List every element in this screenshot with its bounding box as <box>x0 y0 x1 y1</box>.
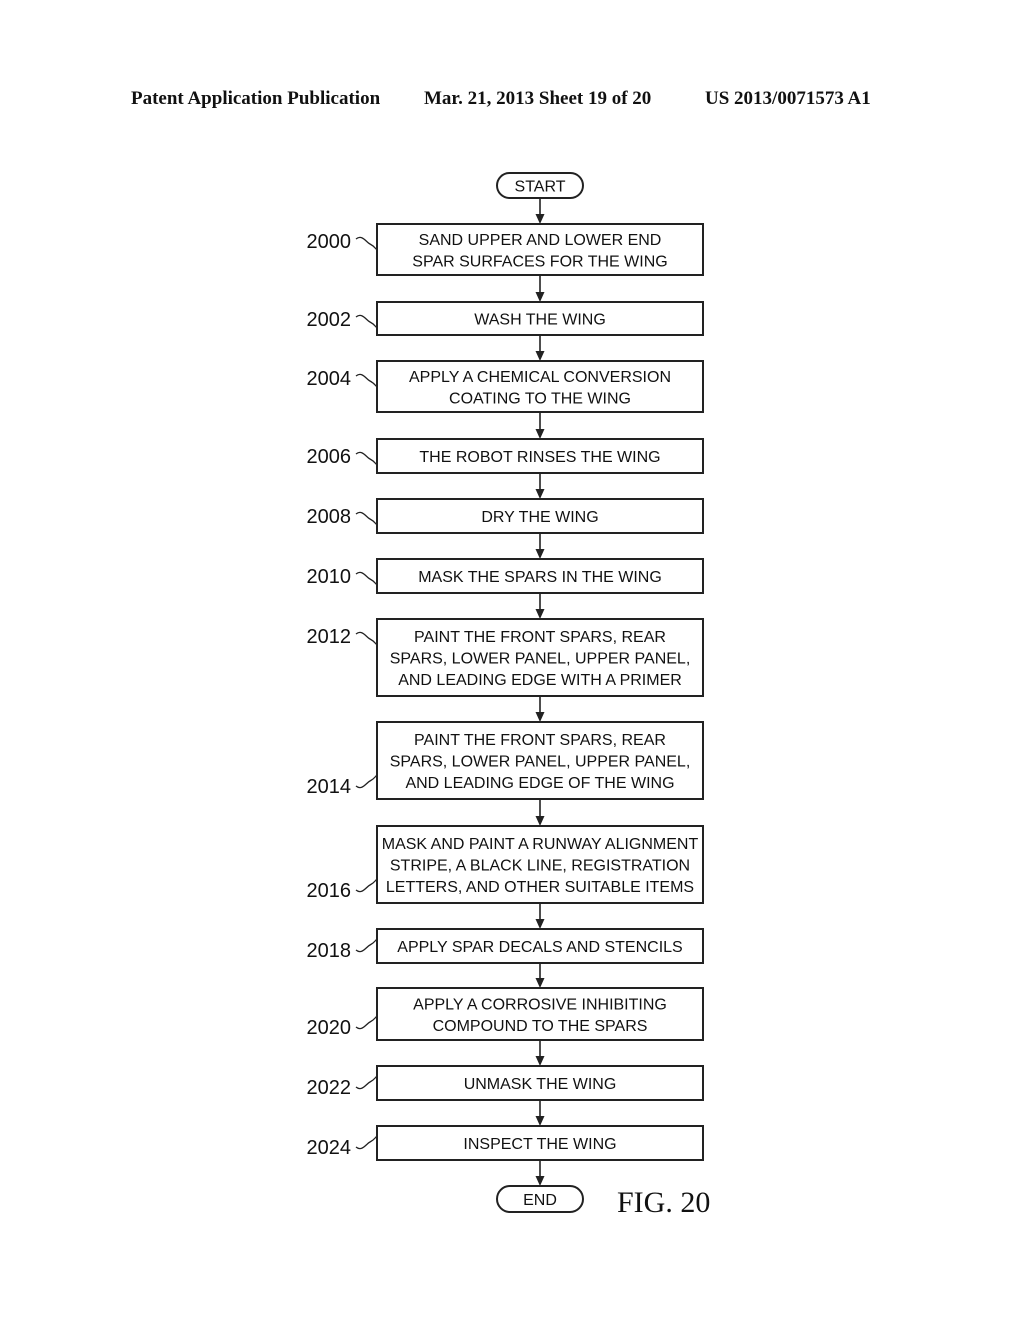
reference-numeral: 2020 <box>307 1017 352 1039</box>
step-text-line: APPLY A CHEMICAL CONVERSION <box>409 369 671 386</box>
process-step-2002: WASH THE WING 2002 <box>307 301 704 336</box>
step-text-line: SAND UPPER AND LOWER END <box>419 232 662 249</box>
step-text-line: LETTERS, AND OTHER SUITABLE ITEMS <box>386 879 694 896</box>
reference-numeral: 2012 <box>307 626 352 648</box>
reference-numeral: 2014 <box>307 776 352 798</box>
leader-line <box>355 236 378 251</box>
step-text-line: AND LEADING EDGE WITH A PRIMER <box>398 672 682 689</box>
step-text-line: INSPECT THE WING <box>463 1136 616 1153</box>
process-step-2024: INSPECT THE WING 2024 <box>307 1125 704 1161</box>
leader-line <box>355 511 378 526</box>
step-text-line: THE ROBOT RINSES THE WING <box>419 449 660 466</box>
step-text-line: STRIPE, A BLACK LINE, REGISTRATION <box>390 858 690 875</box>
arrow-2008 <box>535 533 545 559</box>
process-step-2012: PAINT THE FRONT SPARS, REAR SPARS, LOWER … <box>307 618 704 697</box>
reference-numeral: 2024 <box>307 1137 352 1159</box>
reference-numeral: 2002 <box>307 309 352 331</box>
process-step-2014: PAINT THE FRONT SPARS, REAR SPARS, LOWER … <box>307 721 704 800</box>
reference-numeral: 2004 <box>307 368 352 390</box>
step-text-line: COATING TO THE WING <box>449 390 631 407</box>
arrow-2006 <box>535 473 545 499</box>
figure-label: FIG. 20 <box>617 1186 710 1219</box>
arrow-2016 <box>535 903 545 929</box>
arrow-2004 <box>535 412 545 439</box>
arrow-2002 <box>535 335 545 361</box>
arrowhead-icon <box>535 429 545 439</box>
flowchart: START SAND UPPER AND LOWER END SPAR SURFAC… <box>307 172 710 1219</box>
arrow-2020 <box>535 1040 545 1066</box>
process-step-2010: MASK THE SPARS IN THE WING 2010 <box>307 558 704 594</box>
step-text-line: DRY THE WING <box>481 509 598 526</box>
process-step-2022: UNMASK THE WING 2022 <box>307 1065 704 1101</box>
step-text-line: MASK AND PAINT A RUNWAY ALIGNMENT <box>382 836 699 853</box>
arrowhead-icon <box>535 292 545 302</box>
step-text-line: AND LEADING EDGE OF THE WING <box>405 775 674 792</box>
process-step-2004: APPLY A CHEMICAL CONVERSION COATING TO TH… <box>307 360 704 413</box>
leader-line <box>355 938 378 953</box>
arrowhead-icon <box>535 549 545 559</box>
leader-line <box>355 631 378 646</box>
leader-line <box>355 1075 378 1090</box>
arrowhead-icon <box>535 919 545 929</box>
step-text-line: SPAR SURFACES FOR THE WING <box>412 253 667 270</box>
step-text-line: APPLY A CORROSIVE INHIBITING <box>413 996 667 1013</box>
arrow-start <box>535 198 545 224</box>
arrowhead-icon <box>535 1056 545 1066</box>
arrow-2010 <box>535 593 545 619</box>
arrowhead-icon <box>535 214 545 224</box>
step-text-line: WASH THE WING <box>474 312 606 329</box>
arrowhead-icon <box>535 351 545 361</box>
leader-line <box>355 878 378 893</box>
arrowhead-icon <box>535 1116 545 1126</box>
leader-line <box>355 571 378 586</box>
step-text-line: SPARS, LOWER PANEL, UPPER PANEL, <box>390 651 691 668</box>
reference-numeral: 2008 <box>307 506 352 528</box>
leader-line <box>355 373 378 388</box>
end-terminal: END <box>496 1185 584 1213</box>
arrow-2000 <box>535 275 545 302</box>
process-step-2020: APPLY A CORROSIVE INHIBITING COMPOUND TO … <box>307 987 704 1041</box>
step-text-line: PAINT THE FRONT SPARS, REAR <box>414 732 666 749</box>
arrow-2024 <box>535 1160 545 1186</box>
reference-numeral: 2016 <box>307 880 352 902</box>
process-step-2000: SAND UPPER AND LOWER END SPAR SURFACES FO… <box>307 223 704 276</box>
start-terminal: START <box>496 172 584 199</box>
leader-line <box>355 1135 378 1150</box>
arrow-2022 <box>535 1100 545 1126</box>
process-step-2008: DRY THE WING 2008 <box>307 498 704 534</box>
leader-line <box>355 451 378 466</box>
leader-line <box>355 314 378 329</box>
process-step-2018: APPLY SPAR DECALS AND STENCILS 2018 <box>307 928 704 964</box>
arrow-2014 <box>535 799 545 826</box>
step-text-line: PAINT THE FRONT SPARS, REAR <box>414 629 666 646</box>
reference-numeral: 2022 <box>307 1077 352 1099</box>
reference-numeral: 2000 <box>307 231 352 253</box>
leader-line <box>355 1015 378 1030</box>
arrow-2018 <box>535 963 545 988</box>
step-text-line: SPARS, LOWER PANEL, UPPER PANEL, <box>390 754 691 771</box>
end-terminal-label: END <box>523 1192 557 1209</box>
step-text-line: MASK THE SPARS IN THE WING <box>418 569 662 586</box>
arrowhead-icon <box>535 712 545 722</box>
step-text-line: COMPOUND TO THE SPARS <box>433 1018 648 1035</box>
leader-line <box>355 774 378 789</box>
reference-numeral: 2006 <box>307 446 352 468</box>
arrowhead-icon <box>535 978 545 988</box>
arrowhead-icon <box>535 816 545 826</box>
process-step-2006: THE ROBOT RINSES THE WING 2006 <box>307 438 704 474</box>
step-text-line: APPLY SPAR DECALS AND STENCILS <box>397 939 682 956</box>
reference-numeral: 2010 <box>307 566 352 588</box>
step-text-line: UNMASK THE WING <box>464 1076 617 1093</box>
arrowhead-icon <box>535 609 545 619</box>
reference-numeral: 2018 <box>307 940 352 962</box>
arrowhead-icon <box>535 1176 545 1186</box>
arrow-2012 <box>535 696 545 722</box>
arrowhead-icon <box>535 489 545 499</box>
start-terminal-label: START <box>515 179 566 196</box>
process-step-2016: MASK AND PAINT A RUNWAY ALIGNMENT STRIPE,… <box>307 825 704 904</box>
